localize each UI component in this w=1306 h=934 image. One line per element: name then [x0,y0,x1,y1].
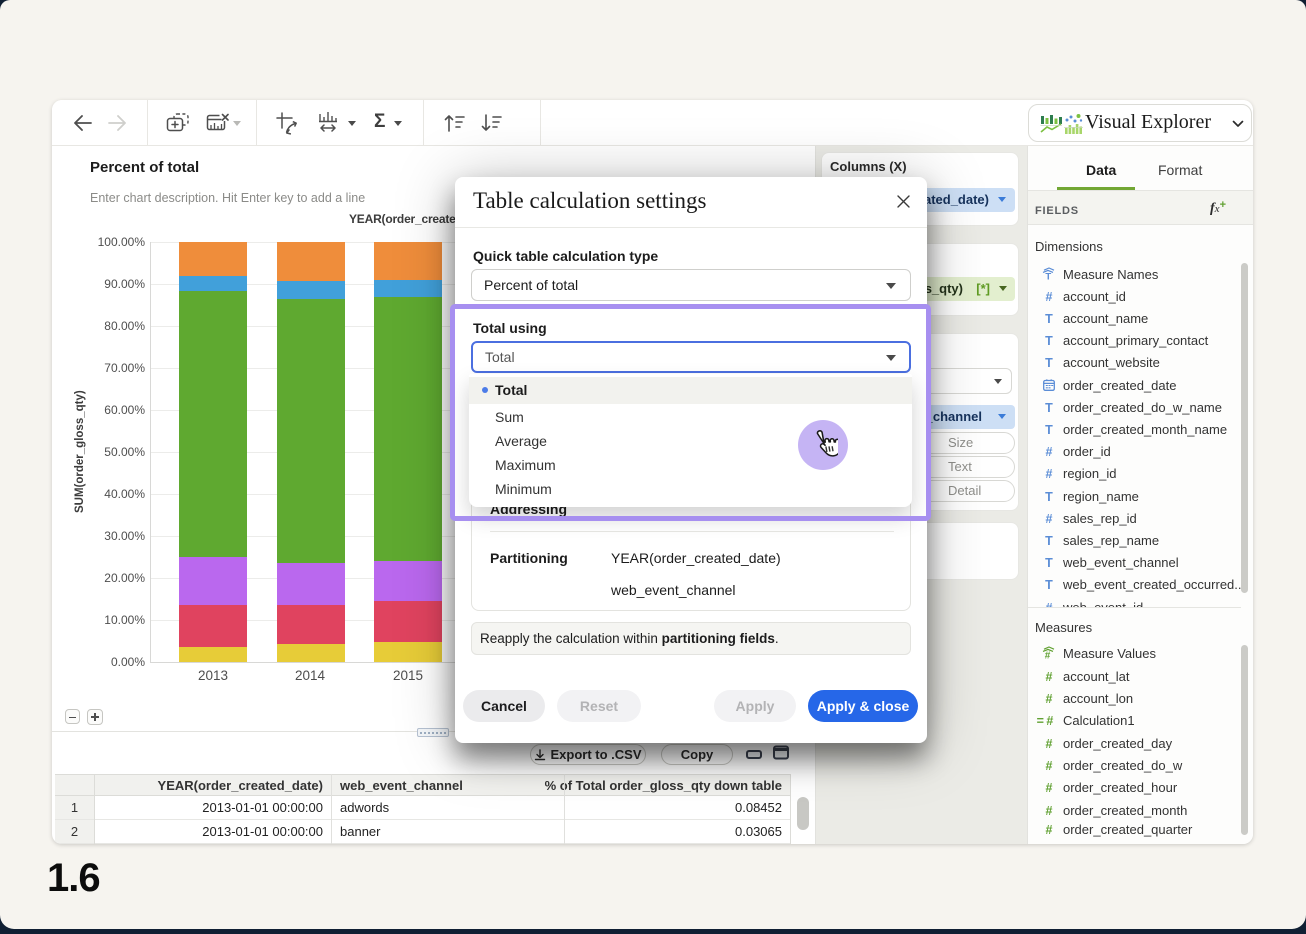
svg-text:T: T [1045,271,1051,280]
svg-text:#: # [1045,651,1051,659]
